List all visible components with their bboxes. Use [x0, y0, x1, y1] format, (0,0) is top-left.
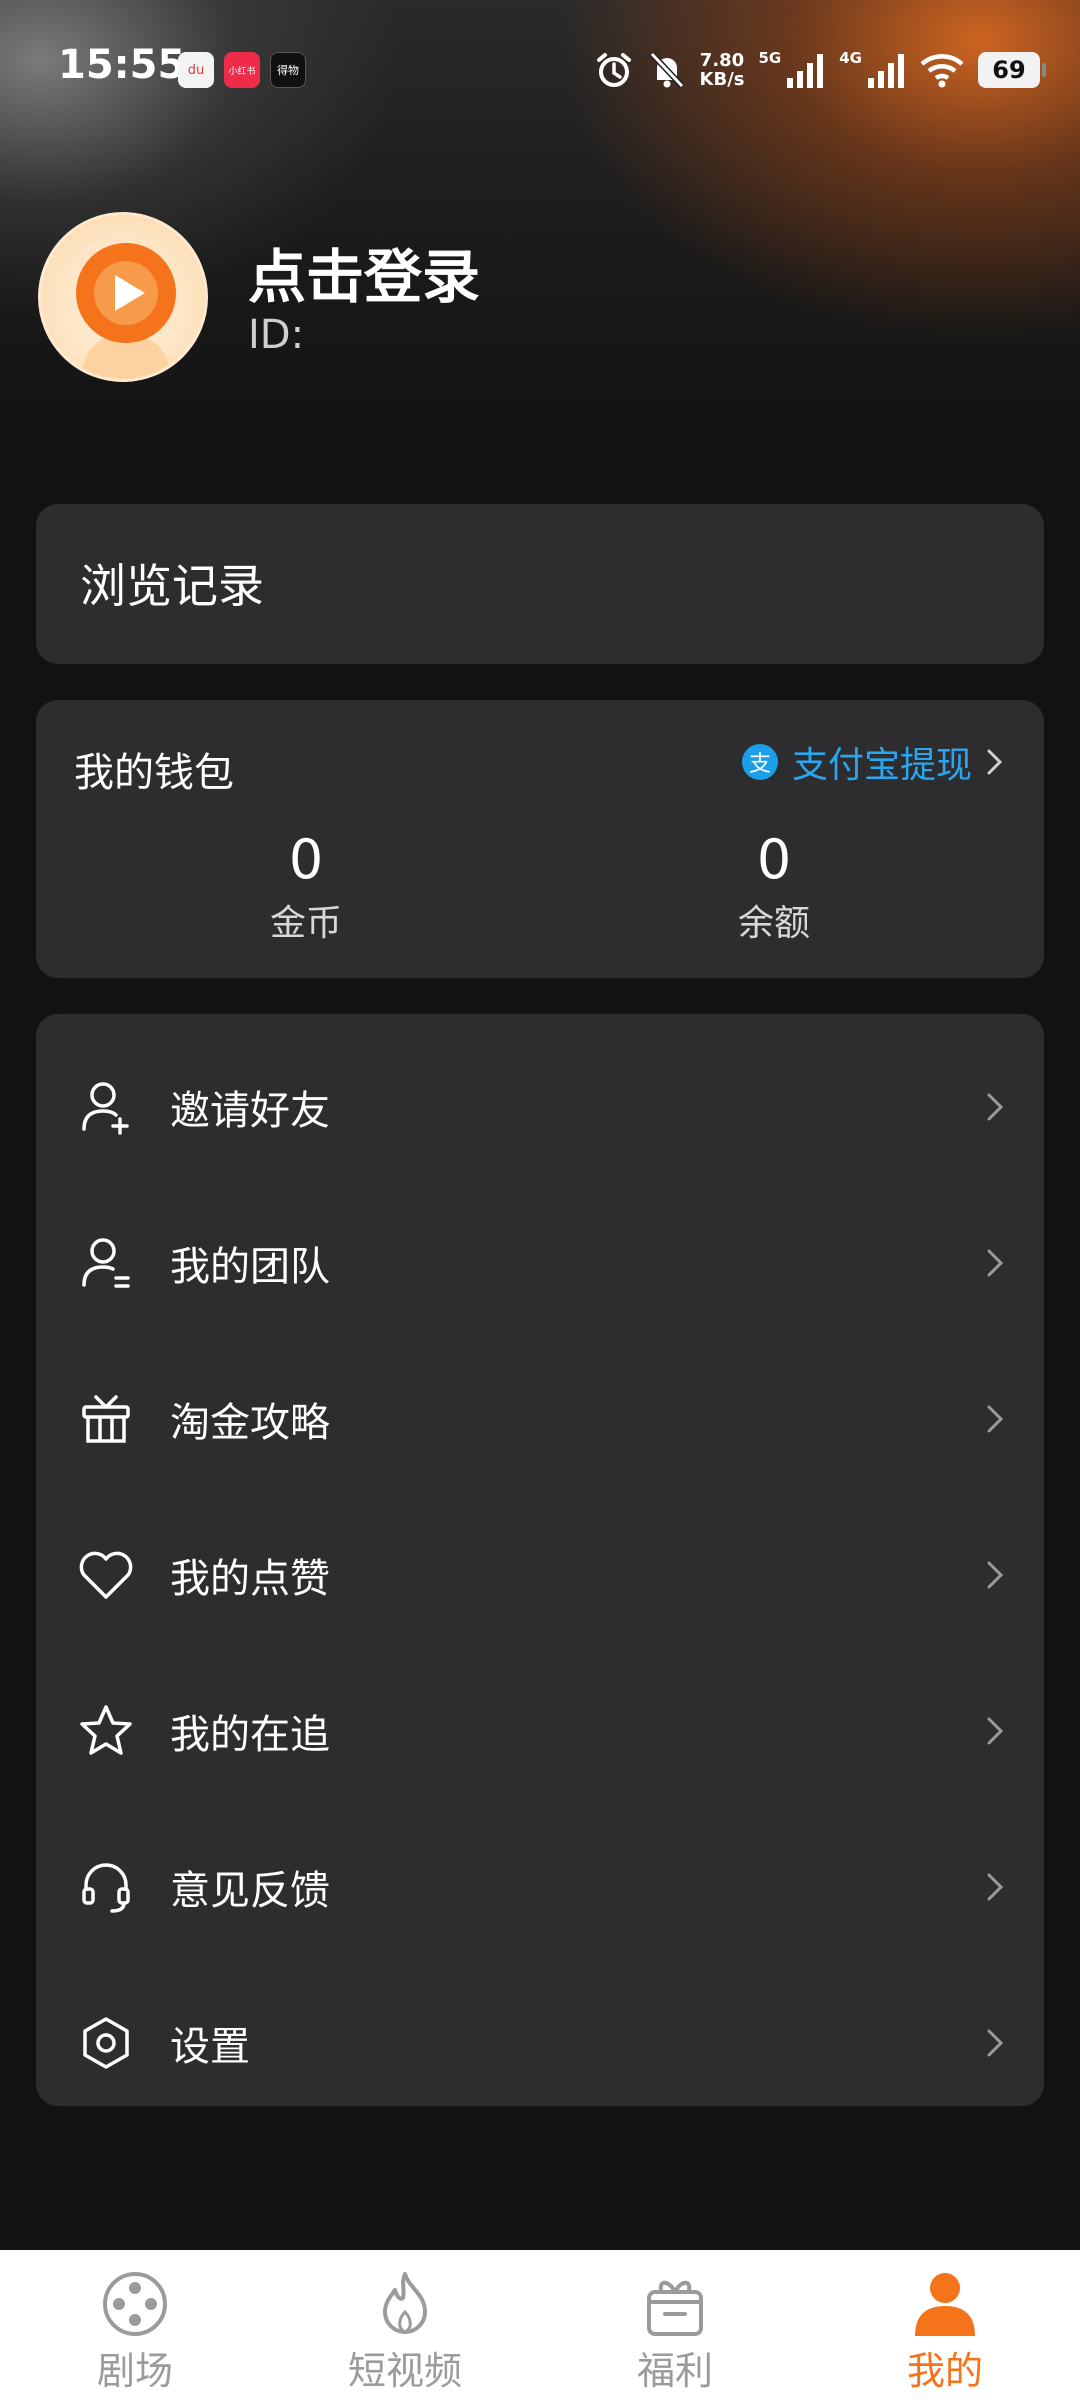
coins-value: 0 — [288, 828, 324, 891]
settings-icon — [83, 2017, 129, 2069]
tab-welfare[interactable]: 福利 — [540, 2250, 810, 2400]
heart-icon — [79, 1551, 133, 1599]
alipay-icon: 支 — [741, 744, 778, 780]
chevron-right-icon — [987, 1249, 1004, 1277]
wallet-title: 我的钱包 — [74, 750, 234, 796]
coins-stat[interactable]: 0 金币 — [156, 830, 456, 946]
menu-item-label: 我的点赞 — [170, 1556, 330, 1602]
tab-label: 我的 — [906, 2349, 983, 2393]
chevron-right-icon — [987, 1717, 1004, 1745]
menu-item-settings[interactable]: 设置 — [36, 1965, 1044, 2121]
network-speed: 7.80 KB/s — [700, 51, 745, 89]
signal-5g-icon — [787, 54, 824, 88]
tab-short-video[interactable]: 短视频 — [270, 2250, 540, 2400]
coins-label: 金币 — [269, 903, 342, 944]
bell-muted-icon — [649, 51, 684, 89]
bottom-nav: 剧场 短视频 福利 我的 — [0, 2250, 1080, 2400]
menu-item-label: 邀请好友 — [170, 1088, 330, 1134]
status-time: 15:55 — [58, 42, 186, 88]
alipay-withdraw-link[interactable]: 支 支付宝提现 — [741, 736, 1004, 788]
alipay-withdraw-label: 支付宝提现 — [791, 745, 972, 786]
menu-item-label: 我的在追 — [170, 1712, 330, 1758]
chevron-right-icon — [987, 2029, 1004, 2057]
du-app-badge: du — [178, 52, 214, 88]
play-logo-icon — [76, 243, 176, 379]
signal-4g-icon — [868, 54, 904, 88]
browse-history-card[interactable]: 浏览记录 — [36, 504, 1044, 664]
menu-item-my-following[interactable]: 我的在追 — [36, 1653, 1044, 1809]
headset-icon — [82, 1863, 130, 1913]
chevron-right-icon — [987, 1405, 1004, 1433]
menu-card: 邀请好友 我的团队 淘金攻略 我的点赞 我的在追 意见反馈 设置 — [36, 1014, 1044, 2106]
menu-item-my-likes[interactable]: 我的点赞 — [36, 1497, 1044, 1653]
menu-item-my-team[interactable]: 我的团队 — [36, 1185, 1044, 1341]
menu-item-label: 我的团队 — [170, 1244, 330, 1290]
tab-mine[interactable]: 我的 — [810, 2250, 1080, 2400]
tab-label: 福利 — [636, 2349, 713, 2393]
tab-theater[interactable]: 剧场 — [0, 2250, 270, 2400]
team-icon — [82, 1238, 130, 1288]
status-bar: 15:55 du 小红书 得物 7.80 KB/s 5G 4G 69 — [0, 0, 1080, 140]
invite-user-icon — [82, 1082, 129, 1135]
chevron-right-icon — [987, 1561, 1004, 1589]
chevron-right-icon — [987, 1873, 1004, 1901]
star-icon — [80, 1705, 132, 1755]
xiaohongshu-app-badge: 小红书 — [224, 52, 260, 88]
menu-item-gold-guide[interactable]: 淘金攻略 — [36, 1341, 1044, 1497]
chevron-right-icon — [987, 749, 1003, 775]
menu-item-label: 意见反馈 — [170, 1868, 330, 1914]
flame-icon — [383, 2272, 427, 2334]
tab-label: 剧场 — [96, 2349, 173, 2393]
balance-label: 余额 — [737, 903, 810, 944]
signal-5g-label: 5G — [758, 49, 782, 67]
network-speed-value: 7.80 — [699, 50, 745, 71]
wifi-icon — [920, 54, 964, 88]
menu-item-label: 设置 — [170, 2024, 250, 2070]
menu-item-label: 淘金攻略 — [170, 1400, 330, 1446]
menu-item-invite-friends[interactable]: 邀请好友 — [36, 1029, 1044, 1185]
balance-stat[interactable]: 0 余额 — [624, 830, 924, 946]
battery-indicator: 69 — [978, 52, 1046, 88]
tab-label: 短视频 — [347, 2349, 462, 2393]
gift-icon — [82, 1395, 130, 1443]
dewu-app-badge: 得物 — [270, 52, 306, 88]
alarm-icon — [596, 53, 631, 87]
avatar[interactable] — [38, 212, 208, 382]
menu-item-feedback[interactable]: 意见反馈 — [36, 1809, 1044, 1965]
film-reel-icon — [103, 2272, 167, 2336]
wallet-card: 我的钱包 支 支付宝提现 0 金币 0 余额 — [36, 700, 1044, 978]
chevron-right-icon — [987, 1093, 1004, 1121]
status-icons: 7.80 KB/s 5G 4G 69 — [594, 46, 1046, 94]
network-speed-unit: KB/s — [699, 69, 745, 90]
browse-history-label: 浏览记录 — [80, 559, 264, 613]
user-icon — [915, 2273, 975, 2336]
login-prompt[interactable]: 点击登录 — [248, 230, 480, 314]
signal-4g-label: 4G — [839, 49, 862, 67]
balance-value: 0 — [756, 828, 792, 891]
gift-box-icon — [647, 2280, 703, 2336]
user-id-label: ID: — [248, 312, 305, 358]
